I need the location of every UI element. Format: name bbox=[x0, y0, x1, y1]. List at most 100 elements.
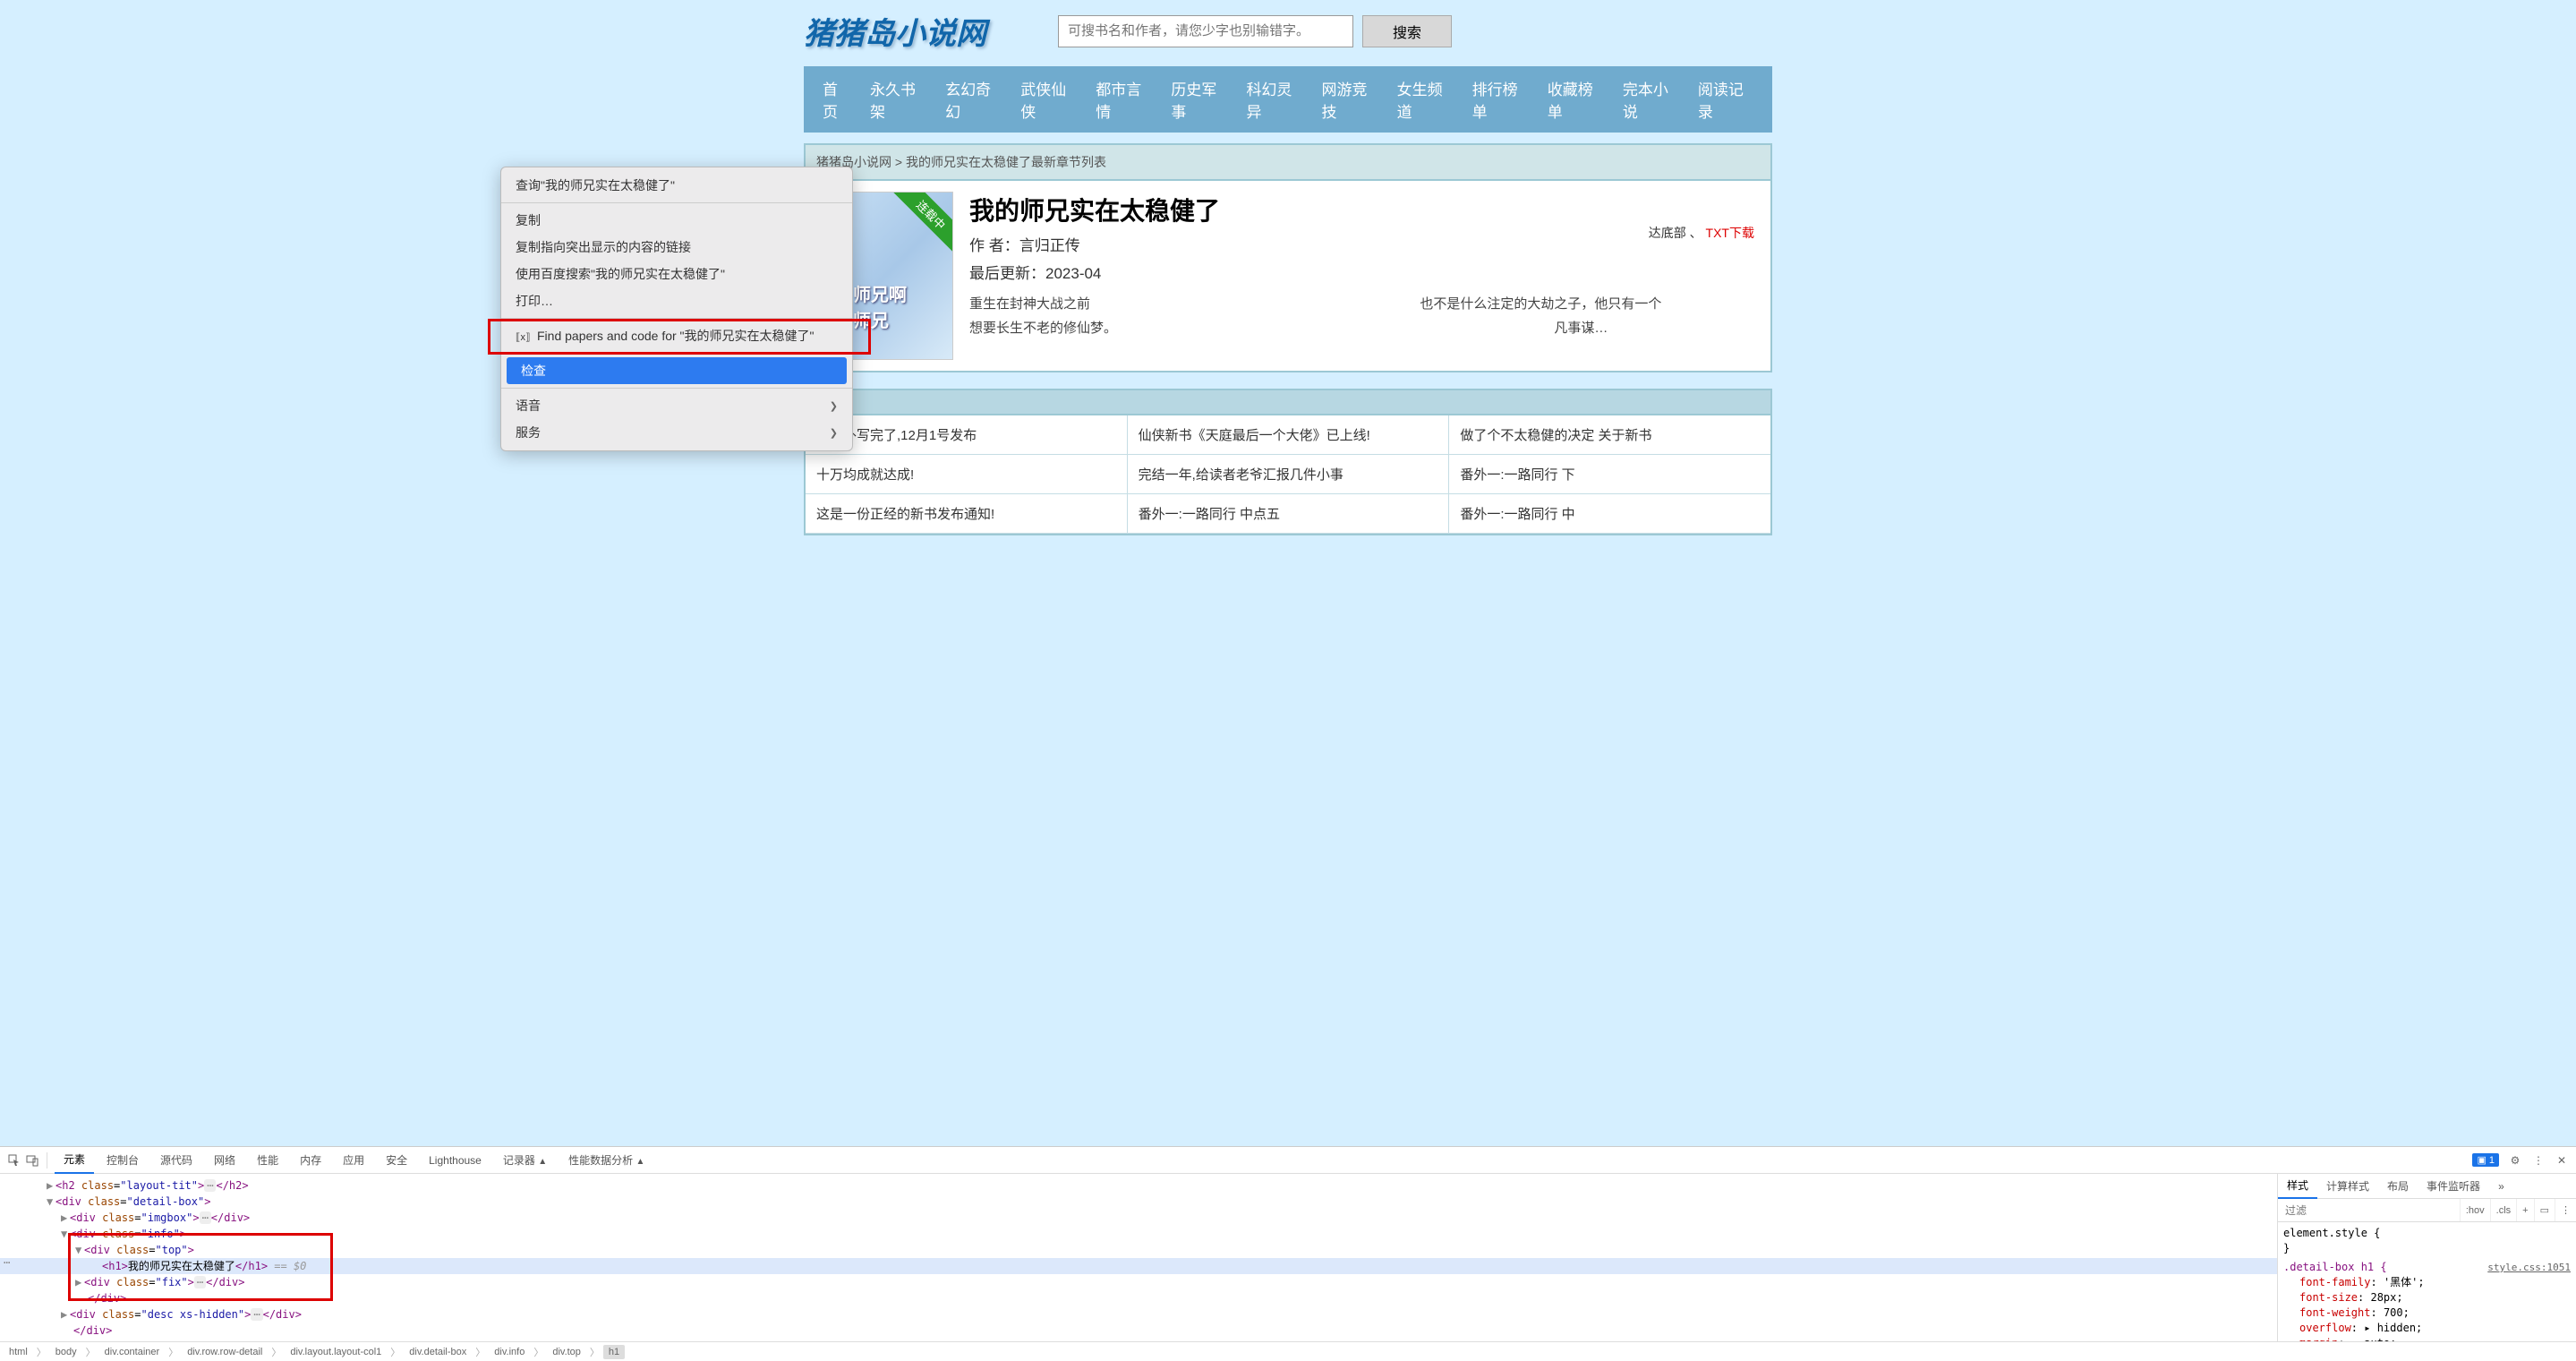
breadcrumb: 猪猪岛小说网 > 我的师兄实在太稳健了最新章节列表 bbox=[804, 143, 1772, 181]
nav-item[interactable]: 科幻灵异 bbox=[1236, 66, 1311, 133]
nav-item[interactable]: 阅读记录 bbox=[1688, 66, 1763, 133]
nav-item[interactable]: 历史军事 bbox=[1161, 66, 1236, 133]
devtools-tab-sources[interactable]: 源代码 bbox=[151, 1147, 201, 1173]
devtools-panel: 元素 控制台 源代码 网络 性能 内存 应用 安全 Lighthouse 记录器… bbox=[0, 1146, 2576, 1361]
main-nav: 首页 永久书架 玄幻奇幻 武侠仙侠 都市言情 历史军事 科幻灵异 网游竞技 女生… bbox=[804, 66, 1772, 133]
devtools-tab-memory[interactable]: 内存 bbox=[291, 1147, 330, 1173]
devtools-tabs: 元素 控制台 源代码 网络 性能 内存 应用 安全 Lighthouse 记录器… bbox=[0, 1147, 2576, 1174]
inspect-element-icon[interactable] bbox=[7, 1153, 21, 1168]
nav-item[interactable]: 网游竞技 bbox=[1312, 66, 1387, 133]
device-toolbar-icon[interactable] bbox=[25, 1153, 39, 1168]
nav-item[interactable]: 都市言情 bbox=[1086, 66, 1161, 133]
more-icon[interactable]: ⋮ bbox=[2531, 1153, 2546, 1168]
crumb[interactable]: div.layout.layout-col1 bbox=[285, 1345, 387, 1359]
link-txt-download[interactable]: TXT下载 bbox=[1706, 226, 1754, 240]
chapter-link[interactable]: 番外一:一路同行 下 bbox=[1449, 455, 1770, 493]
more-icon[interactable]: » bbox=[2489, 1176, 2513, 1197]
more-icon[interactable]: ⋮ bbox=[2555, 1199, 2576, 1221]
style-filter-row: :hov .cls + ▭ ⋮ bbox=[2278, 1199, 2576, 1222]
devtools-tab-application[interactable]: 应用 bbox=[334, 1147, 373, 1173]
ctx-inspect[interactable]: 检查 bbox=[507, 357, 847, 384]
link-bottom[interactable]: 达底部 bbox=[1649, 226, 1686, 240]
site-logo[interactable]: 猪猪岛小说网 bbox=[804, 9, 986, 53]
ctx-find-papers[interactable]: ⟦x⟧Find papers and code for "我的师兄实在太稳健了" bbox=[501, 322, 852, 349]
papers-icon: ⟦x⟧ bbox=[516, 331, 532, 343]
nav-item[interactable]: 女生频道 bbox=[1387, 66, 1463, 133]
chapter-link[interactable]: 做了个不太稳健的决定 关于新书 bbox=[1449, 415, 1770, 454]
crumb[interactable]: div.info bbox=[489, 1345, 530, 1359]
issues-badge[interactable]: ▣ 1 bbox=[2472, 1153, 2499, 1167]
crumb[interactable]: body bbox=[50, 1345, 82, 1359]
devtools-tab-performance[interactable]: 性能 bbox=[248, 1147, 287, 1173]
devtools-tab-lighthouse[interactable]: Lighthouse bbox=[420, 1149, 490, 1172]
table-row: 这是一份正经的新书发布通知! 番外一:一路同行 中点五 番外一:一路同行 中 bbox=[806, 494, 1770, 534]
status-ribbon: 连载中 bbox=[892, 192, 953, 253]
style-tab-styles[interactable]: 样式 bbox=[2278, 1174, 2317, 1199]
ctx-print[interactable]: 打印… bbox=[501, 287, 852, 314]
crumb[interactable]: div.row.row-detail bbox=[182, 1345, 268, 1359]
book-detail: 连载中 师兄啊师兄 我的师兄实在太稳健了 作 者：言归正传 最后更新：2023-… bbox=[804, 181, 1772, 372]
style-tab-listeners[interactable]: 事件监听器 bbox=[2418, 1174, 2489, 1198]
ctx-speech[interactable]: 语音❯ bbox=[501, 392, 852, 419]
devtools-tab-console[interactable]: 控制台 bbox=[98, 1147, 148, 1173]
crumb[interactable]: h1 bbox=[603, 1345, 625, 1359]
chevron-right-icon: ❯ bbox=[830, 427, 838, 439]
devtools-tab-security[interactable]: 安全 bbox=[377, 1147, 416, 1173]
close-icon[interactable]: ✕ bbox=[2555, 1153, 2569, 1168]
nav-item[interactable]: 玄幻奇幻 bbox=[935, 66, 1011, 133]
ctx-search-selection[interactable]: 查询"我的师兄实在太稳健了" bbox=[501, 172, 852, 199]
elements-tree[interactable]: ⋯ ▶<h2 class="layout-tit">⋯</h2> ▼<div c… bbox=[0, 1174, 2277, 1341]
search-wrap: 搜索 bbox=[1058, 15, 1452, 47]
update-line: 最后更新：2023-04 bbox=[969, 261, 1757, 283]
nav-item[interactable]: 完本小说 bbox=[1613, 66, 1688, 133]
style-filter-input[interactable] bbox=[2278, 1204, 2460, 1217]
style-tab-computed[interactable]: 计算样式 bbox=[2317, 1174, 2378, 1198]
search-input[interactable] bbox=[1058, 15, 1353, 47]
ctx-services[interactable]: 服务❯ bbox=[501, 419, 852, 446]
crumb[interactable]: div.detail-box bbox=[404, 1345, 472, 1359]
nav-item[interactable]: 首页 bbox=[813, 66, 860, 133]
chapter-section-head bbox=[804, 389, 1772, 415]
search-button[interactable]: 搜索 bbox=[1362, 15, 1452, 47]
devtools-tab-perf-insights[interactable]: 性能数据分析 ▲ bbox=[559, 1147, 653, 1173]
gear-icon[interactable]: ⚙ bbox=[2508, 1153, 2522, 1168]
chapter-link[interactable]: 番外一:一路同行 中 bbox=[1449, 494, 1770, 533]
table-row: 十万均成就达成! 完结一年,给读者老爷汇报几件小事 番外一:一路同行 下 bbox=[806, 455, 1770, 494]
style-tabs: 样式 计算样式 布局 事件监听器 » bbox=[2278, 1174, 2576, 1199]
ctx-baidu-search[interactable]: 使用百度搜索"我的师兄实在太稳健了" bbox=[501, 261, 852, 287]
book-title: 我的师兄实在太稳健了 bbox=[969, 192, 1757, 227]
chapter-link[interactable]: 仙侠新书《天庭最后一个大佬》已上线! bbox=[1128, 415, 1450, 454]
ctx-copy-link[interactable]: 复制指向突出显示的内容的链接 bbox=[501, 234, 852, 261]
style-rules[interactable]: element.style { } style.css:1051.detail-… bbox=[2278, 1222, 2576, 1341]
crumb[interactable]: div.container bbox=[99, 1345, 166, 1359]
chapter-link[interactable]: 这是一份正经的新书发布通知! bbox=[806, 494, 1128, 533]
nav-item[interactable]: 收藏榜单 bbox=[1538, 66, 1613, 133]
hov-button[interactable]: :hov bbox=[2460, 1199, 2490, 1221]
chapter-link[interactable]: 新番外写完了,12月1号发布 bbox=[806, 415, 1128, 454]
ctx-copy[interactable]: 复制 bbox=[501, 207, 852, 234]
author-line: 作 者：言归正传 bbox=[969, 233, 1757, 255]
crumb[interactable]: html bbox=[4, 1345, 33, 1359]
css-source-link[interactable]: style.css:1051 bbox=[2487, 1260, 2571, 1275]
ctx-separator bbox=[501, 202, 852, 203]
devtools-tab-elements[interactable]: 元素 bbox=[55, 1146, 94, 1174]
nav-item[interactable]: 永久书架 bbox=[860, 66, 935, 133]
devtools-tab-network[interactable]: 网络 bbox=[205, 1147, 244, 1173]
breadcrumb-current: 我的师兄实在太稳健了最新章节列表 bbox=[906, 155, 1106, 169]
devtools-tab-recorder[interactable]: 记录器 ▲ bbox=[494, 1147, 556, 1173]
device-icon[interactable]: ▭ bbox=[2534, 1199, 2555, 1221]
cover-text: 师兄啊师兄 bbox=[853, 280, 919, 332]
annotation-box bbox=[68, 1233, 333, 1301]
style-tab-layout[interactable]: 布局 bbox=[2378, 1174, 2418, 1198]
nav-item[interactable]: 排行榜单 bbox=[1463, 66, 1538, 133]
add-rule-button[interactable]: + bbox=[2516, 1199, 2533, 1221]
nav-item[interactable]: 武侠仙侠 bbox=[1011, 66, 1086, 133]
cls-button[interactable]: .cls bbox=[2490, 1199, 2517, 1221]
context-menu: 查询"我的师兄实在太稳健了" 复制 复制指向突出显示的内容的链接 使用百度搜索"… bbox=[500, 167, 853, 451]
styles-panel: 样式 计算样式 布局 事件监听器 » :hov .cls + ▭ ⋮ eleme… bbox=[2277, 1174, 2576, 1341]
chapter-link[interactable]: 十万均成就达成! bbox=[806, 455, 1128, 493]
chapter-link[interactable]: 完结一年,给读者老爷汇报几件小事 bbox=[1128, 455, 1450, 493]
book-links: 达底部 、 TXT下载 bbox=[1649, 224, 1754, 242]
crumb[interactable]: div.top bbox=[547, 1345, 586, 1359]
chapter-link[interactable]: 番外一:一路同行 中点五 bbox=[1128, 494, 1450, 533]
